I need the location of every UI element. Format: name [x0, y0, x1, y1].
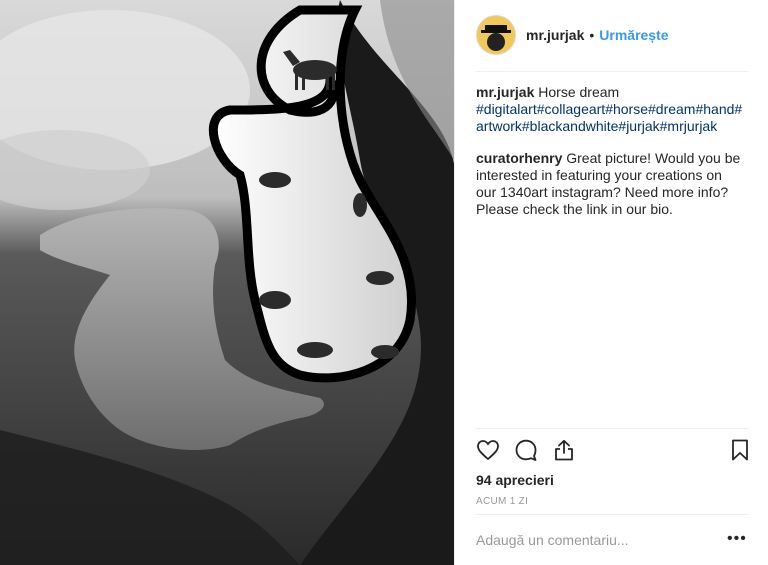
instagram-post: mr.jurjak • Urmărește mr.jurjak Horse dr… [0, 0, 768, 565]
separator-dot: • [589, 27, 595, 43]
follow-button[interactable]: Urmărește [599, 27, 668, 43]
bookmark-icon[interactable] [728, 438, 752, 462]
action-bar [476, 438, 590, 462]
heart-icon[interactable] [476, 438, 500, 462]
post-image[interactable] [0, 0, 454, 565]
header-username[interactable]: mr.jurjak [526, 27, 584, 43]
caption-hashtags[interactable]: #digitalart#collageart#horse#dream#hand#… [476, 101, 742, 134]
horse-dream-artwork [0, 0, 454, 565]
add-comment-input[interactable]: Adaugă un comentariu... [476, 532, 629, 548]
comment-icon[interactable] [514, 438, 538, 462]
share-icon[interactable] [552, 438, 576, 462]
more-options-icon[interactable]: ••• [727, 530, 747, 548]
caption: mr.jurjak Horse dream #digitalart#collag… [476, 84, 746, 135]
comment-item: curatorhenry Great picture! Would you be… [476, 150, 746, 218]
avatar-image [477, 16, 515, 54]
comment-username[interactable]: curatorhenry [476, 150, 562, 166]
post-timestamp[interactable]: ACUM 1 ZI [476, 496, 528, 507]
caption-text: Horse dream [538, 84, 620, 100]
actions-divider [476, 428, 748, 429]
comment-divider [476, 514, 748, 515]
comments-section: mr.jurjak Horse dream #digitalart#collag… [476, 84, 746, 233]
header-divider [476, 71, 748, 72]
avatar[interactable] [476, 15, 516, 55]
likes-count[interactable]: 94 aprecieri [476, 472, 554, 488]
post-side-panel: mr.jurjak • Urmărește mr.jurjak Horse dr… [454, 0, 768, 565]
post-header: mr.jurjak • Urmărește [476, 14, 669, 56]
caption-username[interactable]: mr.jurjak [476, 84, 534, 100]
